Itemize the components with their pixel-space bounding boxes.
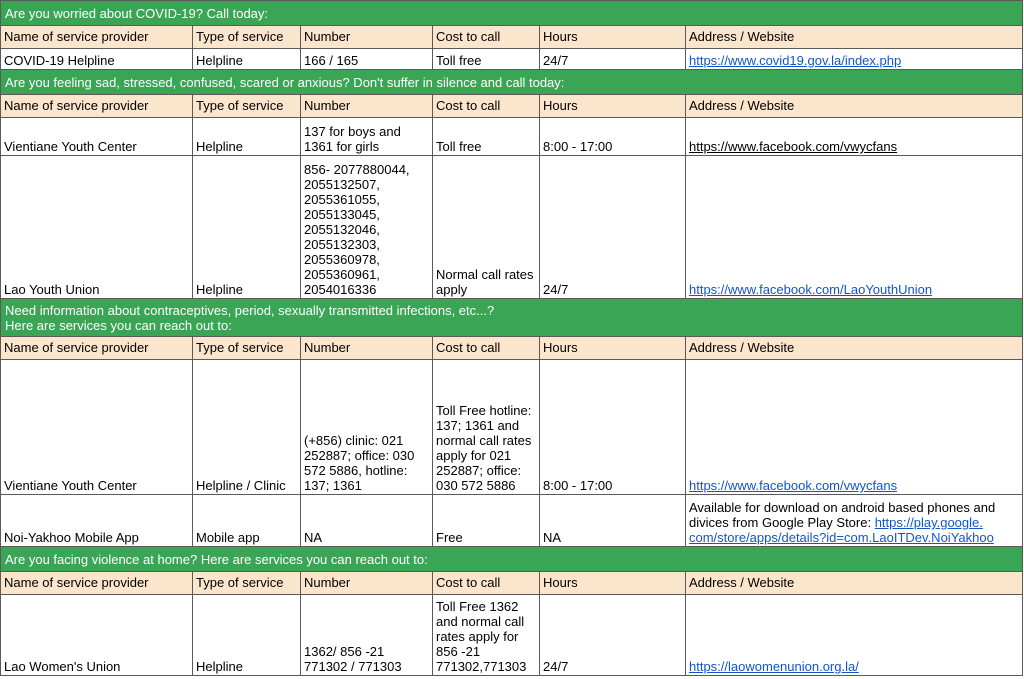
website-link[interactable]: https://www.facebook.com/vwycfans xyxy=(689,139,897,154)
call-cost: Toll free xyxy=(432,48,540,70)
column-header: Hours xyxy=(539,94,686,118)
column-header-row: Name of service provider Type of service… xyxy=(0,94,1024,118)
website-link[interactable]: https://www.facebook.com/vwycfans xyxy=(689,478,897,493)
column-header: Address / Website xyxy=(684,25,1024,49)
website-link[interactable]: https://www.facebook.com/LaoYouthUnion xyxy=(689,282,932,297)
website-cell: https://www.covid19.gov.la/index.php xyxy=(684,48,1024,70)
provider-name: Lao Women's Union xyxy=(0,594,193,676)
service-type: Helpline xyxy=(192,48,301,70)
service-type: Mobile app xyxy=(192,494,301,547)
column-header: Number xyxy=(300,94,433,118)
website-cell: https://www.facebook.com/vwycfans xyxy=(684,359,1024,495)
column-header: Name of service provider xyxy=(0,571,193,595)
column-header-row: Name of service provider Type of service… xyxy=(0,571,1024,595)
column-header: Address / Website xyxy=(684,571,1024,595)
service-type: Helpline xyxy=(192,594,301,676)
column-header: Number xyxy=(300,571,433,595)
provider-name: Noi-Yakhoo Mobile App xyxy=(0,494,193,547)
service-type: Helpline xyxy=(192,155,301,299)
phone-number: 166 / 165 xyxy=(300,48,433,70)
section-banner-mental-health: Are you feeling sad, stressed, confused,… xyxy=(0,69,1024,95)
phone-number: 1362/ 856 -21 771302 / 771303 xyxy=(300,594,433,676)
call-cost: Toll Free 1362 and normal call rates app… xyxy=(432,594,540,676)
website-cell: https://www.facebook.com/vwycfans xyxy=(684,117,1024,156)
column-header: Name of service provider xyxy=(0,25,193,49)
service-hours: 8:00 - 17:00 xyxy=(539,117,686,156)
section-banner-text: Here are services you can reach out to: xyxy=(5,317,232,333)
column-header: Hours xyxy=(539,336,686,360)
website-cell: https://laowomenunion.org.la/ xyxy=(684,594,1024,676)
service-hours: NA xyxy=(539,494,686,547)
service-hours: 24/7 xyxy=(539,155,686,299)
section-banner-covid: Are you worried about COVID-19? Call tod… xyxy=(0,0,1024,26)
column-header: Type of service xyxy=(192,94,301,118)
table-row: COVID-19 Helpline Helpline 166 / 165 Tol… xyxy=(0,48,1024,70)
column-header: Name of service provider xyxy=(0,336,193,360)
table-row: Lao Youth Union Helpline 856- 2077880044… xyxy=(0,155,1024,299)
column-header: Type of service xyxy=(192,25,301,49)
column-header: Cost to call xyxy=(432,94,540,118)
phone-number: (+856) clinic: 021 252887; office: 030 5… xyxy=(300,359,433,495)
table-row: Vientiane Youth Center Helpline / Clinic… xyxy=(0,359,1024,495)
column-header: Number xyxy=(300,25,433,49)
provider-name: Vientiane Youth Center xyxy=(0,117,193,156)
provider-name: Lao Youth Union xyxy=(0,155,193,299)
phone-number: NA xyxy=(300,494,433,547)
call-cost: Toll Free hotline: 137; 1361 and normal … xyxy=(432,359,540,495)
column-header: Type of service xyxy=(192,336,301,360)
column-header-row: Name of service provider Type of service… xyxy=(0,336,1024,360)
provider-name: COVID-19 Helpline xyxy=(0,48,193,70)
services-table: Are you worried about COVID-19? Call tod… xyxy=(0,0,1024,676)
column-header: Cost to call xyxy=(432,25,540,49)
section-banner-text: Are you feeling sad, stressed, confused,… xyxy=(0,69,1024,95)
column-header: Number xyxy=(300,336,433,360)
phone-number: 137 for boys and 1361 for girls xyxy=(300,117,433,156)
table-row: Noi-Yakhoo Mobile App Mobile app NA Free… xyxy=(0,494,1024,547)
website-link[interactable]: https://www.covid19.gov.la/index.php xyxy=(689,53,901,68)
column-header: Hours xyxy=(539,25,686,49)
section-banner-text: Need information about contraceptives, p… xyxy=(5,302,495,318)
section-banner-cell: Need information about contraceptives, p… xyxy=(0,298,1024,337)
provider-name: Vientiane Youth Center xyxy=(0,359,193,495)
section-banner-text: Are you worried about COVID-19? Call tod… xyxy=(0,0,1024,26)
section-banner-violence: Are you facing violence at home? Here ar… xyxy=(0,546,1024,572)
website-cell: Available for download on android based … xyxy=(684,494,1024,547)
column-header: Address / Website xyxy=(684,336,1024,360)
column-header: Cost to call xyxy=(432,571,540,595)
table-row: Vientiane Youth Center Helpline 137 for … xyxy=(0,117,1024,156)
service-hours: 24/7 xyxy=(539,48,686,70)
call-cost: Toll free xyxy=(432,117,540,156)
service-hours: 8:00 - 17:00 xyxy=(539,359,686,495)
service-type: Helpline / Clinic xyxy=(192,359,301,495)
column-header: Cost to call xyxy=(432,336,540,360)
website-cell: https://www.facebook.com/LaoYouthUnion xyxy=(684,155,1024,299)
service-hours: 24/7 xyxy=(539,594,686,676)
website-link[interactable]: https://laowomenunion.org.la/ xyxy=(689,659,859,674)
column-header: Address / Website xyxy=(684,94,1024,118)
section-banner-sexual-health: Need information about contraceptives, p… xyxy=(0,298,1024,337)
call-cost: Normal call rates apply xyxy=(432,155,540,299)
phone-number: 856- 2077880044, 2055132507, 2055361055,… xyxy=(300,155,433,299)
column-header: Hours xyxy=(539,571,686,595)
table-row: Lao Women's Union Helpline 1362/ 856 -21… xyxy=(0,594,1024,676)
service-type: Helpline xyxy=(192,117,301,156)
column-header: Name of service provider xyxy=(0,94,193,118)
column-header-row: Name of service provider Type of service… xyxy=(0,25,1024,49)
call-cost: Free xyxy=(432,494,540,547)
section-banner-text: Are you facing violence at home? Here ar… xyxy=(0,546,1024,572)
column-header: Type of service xyxy=(192,571,301,595)
